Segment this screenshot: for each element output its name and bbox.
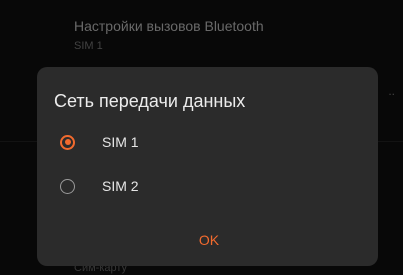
sim1-option[interactable]: SIM 1 <box>37 125 378 159</box>
sim2-label: SIM 2 <box>102 178 139 194</box>
radio-selected-icon[interactable] <box>60 134 75 150</box>
sim2-option[interactable]: SIM 2 <box>37 169 378 203</box>
sim1-label: SIM 1 <box>102 134 139 150</box>
radio-unselected-icon[interactable] <box>60 178 75 194</box>
dialog-title: Сеть передачи данных <box>54 91 246 111</box>
data-network-dialog: Сеть передачи данных SIM 1 SIM 2 OK <box>37 67 378 266</box>
ok-button[interactable]: OK <box>189 228 229 252</box>
